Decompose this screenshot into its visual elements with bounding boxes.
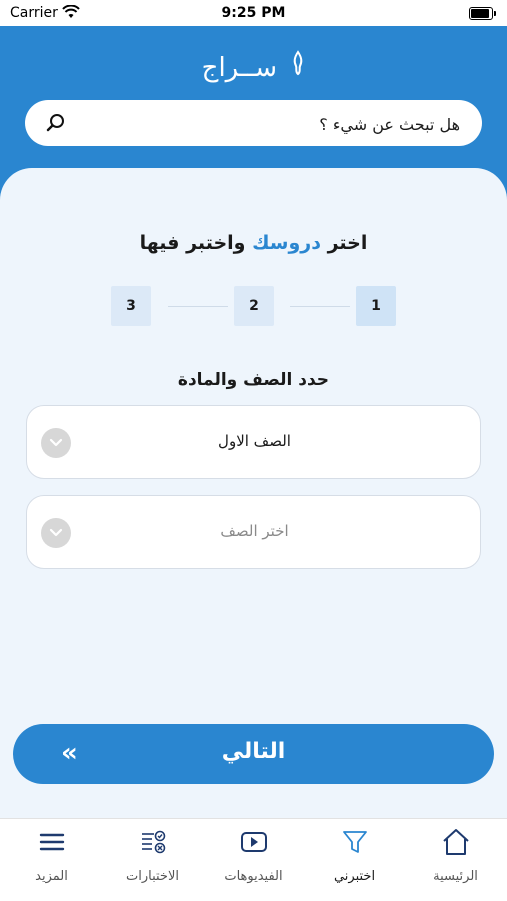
tab-quiz-me[interactable]: اختبرني [304,819,405,901]
next-button[interactable]: التالي « [13,724,494,784]
main-panel: اختر دروسك واختبر فيها 1 2 3 حدد الصف وا… [0,168,507,818]
search-icon[interactable] [45,112,67,134]
chevron-down-icon[interactable] [41,518,71,548]
double-chevron-icon: « [61,738,78,768]
battery-icon [469,7,496,20]
step-1: 1 [356,286,396,326]
title-accent: دروسك [252,232,321,254]
grade-select[interactable]: الصف الاول [26,405,481,479]
title-part1: اختر [320,232,368,254]
tab-more[interactable]: المزيد [1,819,102,901]
search-input[interactable] [85,112,462,136]
app-logo: ســراج [0,50,507,83]
tab-videos[interactable]: الفيديوهات [203,819,304,901]
tab-videos-label: الفيديوهات [224,869,283,884]
next-button-label: التالي [221,739,286,764]
status-bar: Carrier 9:25 PM [0,0,507,26]
tab-home-label: الرئيسية [433,869,478,884]
lamp-icon [291,50,305,83]
tab-home[interactable]: الرئيسية [405,819,506,901]
step-3: 3 [111,286,151,326]
tab-quizzes[interactable]: الاختبارات [102,819,203,901]
video-icon [239,827,269,857]
section-title: حدد الصف والمادة [177,370,330,390]
search-bar[interactable] [25,100,482,146]
class-select[interactable]: اختر الصف [26,495,481,569]
chevron-down-icon[interactable] [41,428,71,458]
bottom-tab-bar: الرئيسية اختبرني الفيديوهات الاختبارات ا… [0,818,507,901]
tab-quizzes-label: الاختبارات [126,869,179,884]
step-connector [168,306,228,307]
filter-icon [340,827,370,857]
home-icon [441,827,471,857]
title-part2: واختبر فيها [139,232,253,254]
step-2: 2 [234,286,274,326]
page-title: اختر دروسك واختبر فيها [0,232,507,254]
class-select-placeholder: اختر الصف [220,522,289,540]
logo-text: ســراج [201,53,278,83]
step-connector [290,306,350,307]
quiz-list-icon [138,827,168,857]
tab-more-label: المزيد [35,869,68,884]
grade-select-value: الصف الاول [218,432,291,450]
tab-quiz-me-label: اختبرني [333,869,376,884]
menu-icon [37,827,67,857]
status-time: 9:25 PM [221,5,286,21]
